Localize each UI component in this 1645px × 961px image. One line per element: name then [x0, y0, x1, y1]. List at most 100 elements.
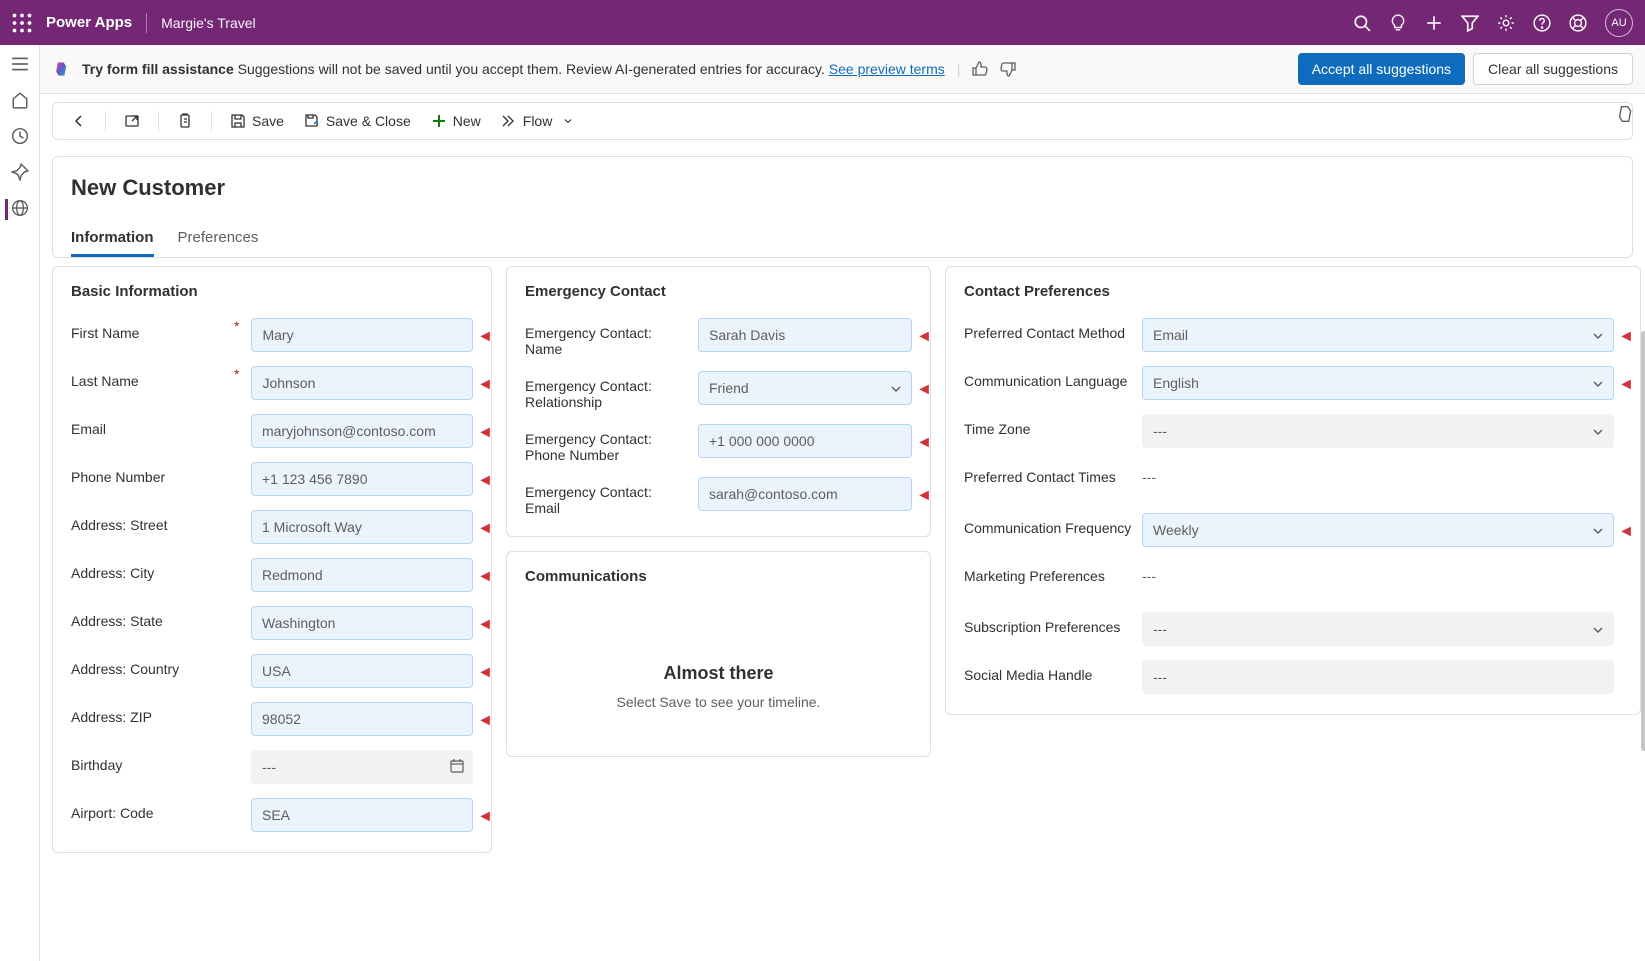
label-street: Address: Street	[71, 517, 168, 533]
suggestion-arrow-icon: ◄	[916, 434, 932, 452]
communications-section: Communications Almost there Select Save …	[506, 551, 931, 757]
label-email: Email	[71, 421, 106, 437]
suggestion-arrow-icon: ◄	[1618, 376, 1634, 394]
ec-email-input[interactable]	[698, 477, 912, 511]
main-area: Try form fill assistance Suggestions wil…	[40, 45, 1645, 961]
timeline-placeholder: Almost there Select Save to see your tim…	[525, 603, 912, 740]
zip-input[interactable]	[251, 702, 473, 736]
label-pref-times: Preferred Contact Times	[964, 469, 1116, 485]
back-button[interactable]	[63, 109, 95, 133]
suggestion-arrow-icon: ◄	[477, 520, 493, 538]
country-input[interactable]	[251, 654, 473, 688]
hamburger-icon[interactable]	[11, 55, 29, 73]
pref-lang-select[interactable]	[1142, 366, 1614, 400]
pref-tz-select[interactable]	[1142, 414, 1614, 448]
ec-name-input[interactable]	[698, 318, 912, 352]
suggestion-arrow-icon: ◄	[477, 328, 493, 346]
suggestion-arrow-icon: ◄	[916, 328, 932, 346]
suggestion-arrow-icon: ◄	[1618, 523, 1634, 541]
page-header-card: New Customer Information Preferences	[52, 156, 1633, 258]
save-button[interactable]: Save	[222, 109, 292, 133]
suggestion-arrow-icon: ◄	[916, 487, 932, 505]
pref-times-value: ---	[1142, 462, 1614, 485]
phone-input[interactable]	[251, 462, 473, 496]
label-state: Address: State	[71, 613, 163, 629]
flow-button[interactable]: Flow	[493, 109, 583, 133]
pref-freq-select[interactable]	[1142, 513, 1614, 547]
ec-phone-input[interactable]	[698, 424, 912, 458]
state-input[interactable]	[251, 606, 473, 640]
city-input[interactable]	[251, 558, 473, 592]
suggestion-arrow-icon: ◄	[916, 381, 932, 399]
form-tabs: Information Preferences	[71, 221, 1614, 257]
pinned-icon[interactable]	[11, 163, 29, 181]
tab-information[interactable]: Information	[71, 221, 154, 257]
search-icon[interactable]	[1353, 14, 1371, 32]
section-title-prefs: Contact Preferences	[964, 283, 1614, 300]
street-input[interactable]	[251, 510, 473, 544]
airport-input[interactable]	[251, 798, 473, 832]
app-title: Power Apps	[46, 14, 132, 31]
settings-icon[interactable]	[1497, 14, 1515, 32]
birthday-input[interactable]	[251, 750, 473, 784]
home-icon[interactable]	[11, 91, 29, 109]
banner-text: Try form fill assistance Suggestions wil…	[82, 61, 945, 77]
label-country: Address: Country	[71, 661, 179, 677]
label-city: Address: City	[71, 565, 154, 581]
user-avatar[interactable]: AU	[1605, 9, 1633, 37]
app-launcher-icon[interactable]	[12, 13, 32, 33]
calendar-icon[interactable]	[449, 758, 465, 774]
suggestion-banner: Try form fill assistance Suggestions wil…	[40, 45, 1645, 94]
tab-preferences[interactable]: Preferences	[178, 221, 259, 257]
label-pref-marketing: Marketing Preferences	[964, 568, 1105, 584]
last-name-input[interactable]	[251, 366, 473, 400]
save-close-button[interactable]: Save & Close	[296, 109, 419, 133]
email-input[interactable]	[251, 414, 473, 448]
active-nav-item[interactable]	[5, 199, 29, 220]
timeline-subtext: Select Save to see your timeline.	[525, 694, 912, 710]
suggestion-arrow-icon: ◄	[477, 616, 493, 634]
accept-all-button[interactable]: Accept all suggestions	[1298, 53, 1465, 85]
section-title-emergency: Emergency Contact	[525, 283, 912, 300]
support-icon[interactable]	[1569, 14, 1587, 32]
lightbulb-icon[interactable]	[1389, 14, 1407, 32]
contact-preferences-section: Contact Preferences Preferred Contact Me…	[945, 266, 1641, 715]
scrollbar[interactable]	[1637, 331, 1645, 961]
environment-name[interactable]: Margie's Travel	[161, 15, 255, 31]
label-birthday: Birthday	[71, 757, 122, 773]
required-indicator: *	[234, 318, 239, 334]
thumbs-up-icon[interactable]	[972, 61, 988, 77]
plus-icon[interactable]	[1425, 14, 1443, 32]
globe-icon	[11, 199, 29, 217]
title-bar: Power Apps Margie's Travel AU	[0, 0, 1645, 45]
copilot-side-icon[interactable]	[1615, 103, 1637, 125]
suggestion-arrow-icon: ◄	[477, 808, 493, 826]
preview-terms-link[interactable]: See preview terms	[829, 61, 945, 77]
label-ec-relationship: Emergency Contact: Relationship	[525, 378, 652, 410]
pref-subscription-select[interactable]	[1142, 612, 1614, 646]
label-pref-subscription: Subscription Preferences	[964, 619, 1120, 635]
page-title: New Customer	[71, 175, 1614, 201]
suggestion-arrow-icon: ◄	[477, 712, 493, 730]
pref-method-select[interactable]	[1142, 318, 1614, 352]
new-button[interactable]: New	[423, 109, 489, 133]
recent-icon[interactable]	[11, 127, 29, 145]
chevron-down-icon	[562, 113, 574, 129]
suggestion-arrow-icon: ◄	[477, 376, 493, 394]
clear-all-button[interactable]: Clear all suggestions	[1473, 53, 1633, 85]
emergency-contact-section: Emergency Contact Emergency Contact: Nam…	[506, 266, 931, 537]
ec-relationship-select[interactable]	[698, 371, 912, 405]
suggestion-arrow-icon: ◄	[477, 664, 493, 682]
label-ec-phone: Emergency Contact: Phone Number	[525, 431, 652, 463]
filter-icon[interactable]	[1461, 14, 1479, 32]
pref-social-input[interactable]	[1142, 660, 1614, 694]
open-in-new-button[interactable]	[116, 109, 148, 133]
label-zip: Address: ZIP	[71, 709, 152, 725]
thumbs-down-icon[interactable]	[1000, 61, 1016, 77]
clipboard-button[interactable]	[169, 109, 201, 133]
copilot-icon	[52, 59, 72, 79]
label-pref-freq: Communication Frequency	[964, 520, 1131, 536]
help-icon[interactable]	[1533, 14, 1551, 32]
first-name-input[interactable]	[251, 318, 473, 352]
label-first-name: First Name	[71, 325, 139, 341]
